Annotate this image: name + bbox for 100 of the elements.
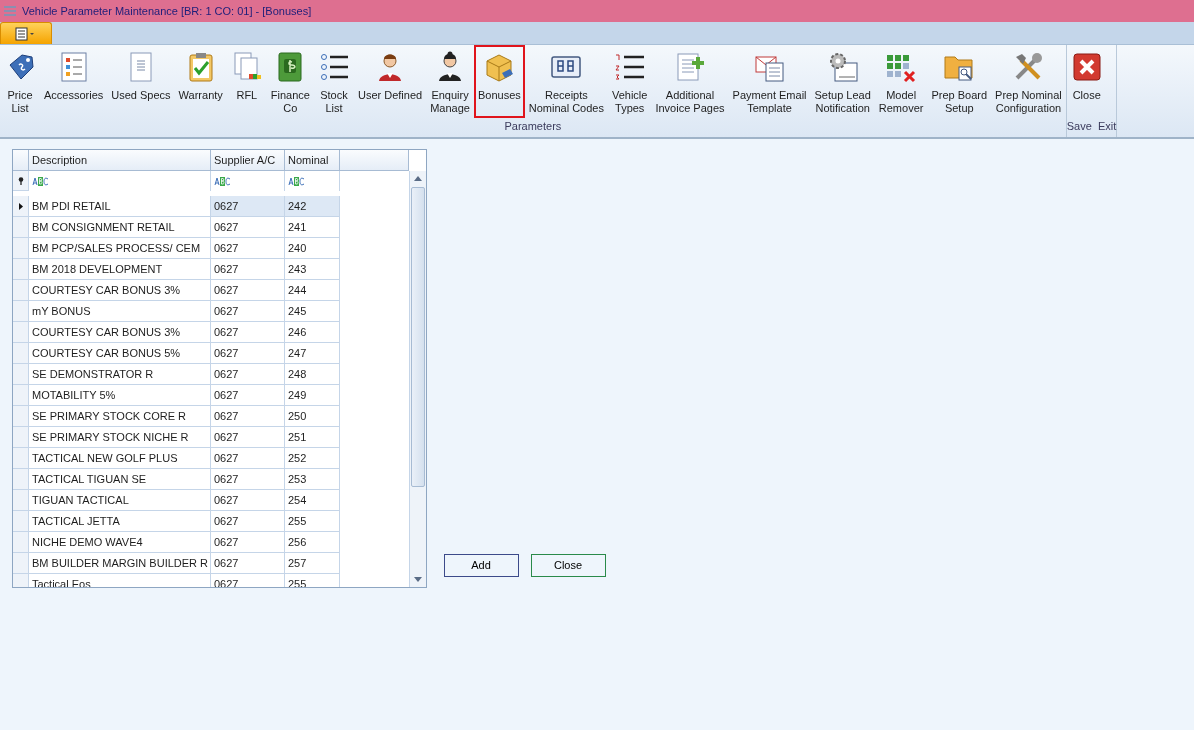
row-header[interactable] xyxy=(13,171,29,191)
table-cell: COURTESY CAR BONUS 3% xyxy=(29,322,211,343)
ribbon-button[interactable]: Price List xyxy=(0,45,40,118)
scroll-down-icon[interactable] xyxy=(413,575,423,583)
table-cell: 0627 xyxy=(211,343,285,364)
ribbon-button[interactable]: RFL xyxy=(226,45,267,118)
table-cell: TACTICAL JETTA xyxy=(29,511,211,532)
close-button[interactable]: Close xyxy=(530,554,606,577)
text-filter-icon[interactable] xyxy=(214,176,231,186)
table-cell: 0627 xyxy=(211,217,285,238)
ribbon-button[interactable]: Prep Nominal Configuration xyxy=(991,45,1066,118)
row-header[interactable] xyxy=(13,196,29,217)
table-cell: 256 xyxy=(285,532,340,553)
table-cell: NICHE DEMO WAVE4 xyxy=(29,532,211,553)
numbered-list-icon xyxy=(613,51,646,83)
scrollbar-thumb[interactable] xyxy=(411,187,425,487)
document-icon xyxy=(15,26,37,41)
table-cell: 252 xyxy=(285,448,340,469)
ribbon-button[interactable]: Prep Board Setup xyxy=(927,45,992,118)
ribbon-button[interactable]: Accessories xyxy=(40,45,108,118)
ribbon-button[interactable]: Setup Lead Notification xyxy=(810,45,875,118)
close-icon xyxy=(1070,51,1103,83)
scroll-up-icon[interactable] xyxy=(413,175,423,183)
table-cell: TACTICAL TIGUAN SE xyxy=(29,469,211,490)
ribbon-button[interactable]: Bonuses xyxy=(473,45,525,118)
table-cell: BM CONSIGNMENT RETAIL xyxy=(29,217,211,238)
table-cell: 0627 xyxy=(211,406,285,427)
table-cell: 242 xyxy=(285,196,340,217)
table-cell: 249 xyxy=(285,385,340,406)
ribbon-button[interactable]: Close xyxy=(1066,45,1107,118)
table-cell: 0627 xyxy=(211,259,285,280)
table-cell: mY BONUS xyxy=(29,301,211,322)
table-cell: 254 xyxy=(285,490,340,511)
table-cell: 244 xyxy=(285,280,340,301)
table-cell: 241 xyxy=(285,217,340,238)
group-caption: Save Exit xyxy=(1066,118,1117,134)
text-filter-icon[interactable] xyxy=(32,176,49,186)
table-cell: 0627 xyxy=(211,490,285,511)
table-cell: 245 xyxy=(285,301,340,322)
table-cell: SE PRIMARY STOCK CORE R xyxy=(29,406,211,427)
table-cell: Tactical Eos xyxy=(29,574,211,587)
document-plus-icon xyxy=(674,51,706,83)
table-cell: 247 xyxy=(285,343,340,364)
menu-icon[interactable] xyxy=(4,6,16,16)
ribbon-button[interactable]: Stock List xyxy=(313,45,354,118)
table-cell: BM 2018 DEVELOPMENT xyxy=(29,259,211,280)
table-cell: SE DEMONSTRATOR R xyxy=(29,364,211,385)
table-cell: TIGUAN TACTICAL xyxy=(29,490,211,511)
table-cell: 0627 xyxy=(211,238,285,259)
text-filter-icon[interactable] xyxy=(288,176,305,186)
table-cell: 255 xyxy=(285,574,340,587)
ribbon-button[interactable]: Additional Invoice Pages xyxy=(651,45,729,118)
table-cell: COURTESY CAR BONUS 5% xyxy=(29,343,211,364)
group-caption: Parameters xyxy=(503,118,563,134)
table-cell: 0627 xyxy=(211,196,285,217)
table-cell: 251 xyxy=(285,427,340,448)
ribbon-button[interactable]: Payment Email Template xyxy=(728,45,811,118)
table-cell: 255 xyxy=(285,511,340,532)
ribbon-button[interactable]: Used Specs xyxy=(107,45,175,118)
ribbon-button[interactable]: Receipts Nominal Codes xyxy=(524,45,608,118)
table-cell: 257 xyxy=(285,553,340,574)
table-cell: 250 xyxy=(285,406,340,427)
table-cell: 0627 xyxy=(211,448,285,469)
ribbon-button[interactable]: Finance Co xyxy=(266,45,314,118)
ribbon-button[interactable]: Enquiry Manage xyxy=(426,45,474,118)
table-cell: 246 xyxy=(285,322,340,343)
column-header[interactable]: Description xyxy=(29,150,211,171)
table-cell: SE PRIMARY STOCK NICHE R xyxy=(29,427,211,448)
ribbon-button[interactable]: Warranty xyxy=(174,45,227,118)
current-row-icon xyxy=(18,202,23,210)
table-cell: TACTICAL NEW GOLF PLUS xyxy=(29,448,211,469)
table-cell: 253 xyxy=(285,469,340,490)
table-cell: 248 xyxy=(285,364,340,385)
table-cell: BM PDI RETAIL xyxy=(29,196,211,217)
ribbon-button[interactable]: Vehicle Types xyxy=(607,45,652,118)
column-header[interactable]: Nominal xyxy=(285,150,340,171)
ribbon-button[interactable]: Model Remover xyxy=(874,45,928,118)
table-cell: BM PCP/SALES PROCESS/ CEM xyxy=(29,238,211,259)
table-cell: 0627 xyxy=(211,532,285,553)
column-header[interactable]: Supplier A/C xyxy=(211,150,285,171)
table-cell: MOTABILITY 5% xyxy=(29,385,211,406)
table-cell: 0627 xyxy=(211,574,285,587)
window-title: Vehicle Parameter Maintenance [BR: 1 CO: 01] - [Bonuses] xyxy=(22,3,312,19)
pin-icon xyxy=(17,176,24,185)
table-cell: 0627 xyxy=(211,469,285,490)
table-cell: 240 xyxy=(285,238,340,259)
table-cell: 0627 xyxy=(211,385,285,406)
table-cell: COURTESY CAR BONUS 3% xyxy=(29,280,211,301)
application-menu-button[interactable] xyxy=(0,22,52,44)
table-cell: 0627 xyxy=(211,280,285,301)
table-cell: 0627 xyxy=(211,364,285,385)
table-cell: BM BUILDER MARGIN BUILDER R xyxy=(29,553,211,574)
scrollbar[interactable] xyxy=(409,171,426,587)
table-cell: 0627 xyxy=(211,511,285,532)
table-cell: 0627 xyxy=(211,301,285,322)
column-header xyxy=(340,150,409,171)
table-cell: 0627 xyxy=(211,427,285,448)
table-cell: 243 xyxy=(285,259,340,280)
ribbon-button[interactable]: User Defined xyxy=(353,45,427,118)
add-button[interactable]: Add xyxy=(443,554,519,577)
